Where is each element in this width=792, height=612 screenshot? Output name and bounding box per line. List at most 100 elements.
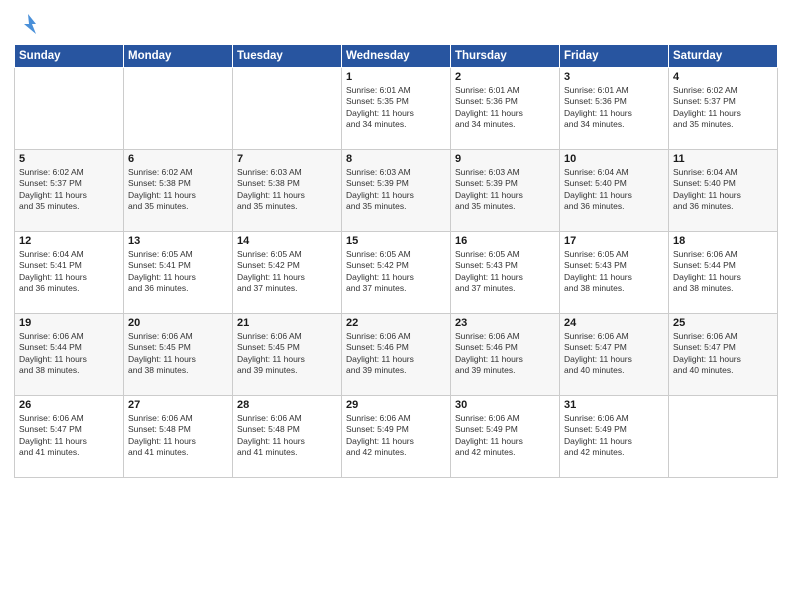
calendar-cell: 27 Sunrise: 6:06 AM Sunset: 5:48 PM Dayli… <box>124 396 233 478</box>
day-number: 2 <box>455 71 555 83</box>
cell-info: Sunrise: 6:06 AM Sunset: 5:46 PM Dayligh… <box>455 331 555 377</box>
weekday-header-row: SundayMondayTuesdayWednesdayThursdayFrid… <box>15 45 778 68</box>
weekday-wednesday: Wednesday <box>342 45 451 68</box>
calendar-cell: 18 Sunrise: 6:06 AM Sunset: 5:44 PM Dayli… <box>669 232 778 314</box>
day-number: 6 <box>128 153 228 165</box>
day-number: 3 <box>564 71 664 83</box>
day-number: 5 <box>19 153 119 165</box>
cell-info: Sunrise: 6:06 AM Sunset: 5:44 PM Dayligh… <box>673 249 773 295</box>
calendar-cell: 17 Sunrise: 6:05 AM Sunset: 5:43 PM Dayli… <box>560 232 669 314</box>
day-number: 22 <box>346 317 446 329</box>
cell-info: Sunrise: 6:04 AM Sunset: 5:40 PM Dayligh… <box>673 167 773 213</box>
day-number: 9 <box>455 153 555 165</box>
day-number: 19 <box>19 317 119 329</box>
day-number: 21 <box>237 317 337 329</box>
calendar-cell: 14 Sunrise: 6:05 AM Sunset: 5:42 PM Dayli… <box>233 232 342 314</box>
weekday-saturday: Saturday <box>669 45 778 68</box>
calendar-cell: 31Sunrise: 6:06 AM Sunset: 5:49 PM Dayli… <box>560 396 669 478</box>
calendar-cell: 11 Sunrise: 6:04 AM Sunset: 5:40 PM Dayli… <box>669 150 778 232</box>
week-row-2: 12 Sunrise: 6:04 AM Sunset: 5:41 PM Dayli… <box>15 232 778 314</box>
cell-info: Sunrise: 6:06 AM Sunset: 5:49 PM Dayligh… <box>564 413 664 459</box>
day-number: 17 <box>564 235 664 247</box>
weekday-monday: Monday <box>124 45 233 68</box>
calendar-cell: 28 Sunrise: 6:06 AM Sunset: 5:48 PM Dayli… <box>233 396 342 478</box>
day-number: 8 <box>346 153 446 165</box>
calendar-cell: 10 Sunrise: 6:04 AM Sunset: 5:40 PM Dayli… <box>560 150 669 232</box>
calendar-cell: 20Sunrise: 6:06 AM Sunset: 5:45 PM Dayli… <box>124 314 233 396</box>
cell-info: Sunrise: 6:02 AM Sunset: 5:38 PM Dayligh… <box>128 167 228 213</box>
cell-info: Sunrise: 6:05 AM Sunset: 5:42 PM Dayligh… <box>237 249 337 295</box>
weekday-friday: Friday <box>560 45 669 68</box>
cell-info: Sunrise: 6:03 AM Sunset: 5:38 PM Dayligh… <box>237 167 337 213</box>
cell-info: Sunrise: 6:03 AM Sunset: 5:39 PM Dayligh… <box>455 167 555 213</box>
cell-info: Sunrise: 6:05 AM Sunset: 5:42 PM Dayligh… <box>346 249 446 295</box>
calendar-cell: 29 Sunrise: 6:06 AM Sunset: 5:49 PM Dayli… <box>342 396 451 478</box>
header <box>14 10 778 38</box>
weekday-thursday: Thursday <box>451 45 560 68</box>
cell-info: Sunrise: 6:05 AM Sunset: 5:43 PM Dayligh… <box>455 249 555 295</box>
calendar-cell: 7 Sunrise: 6:03 AM Sunset: 5:38 PM Daylig… <box>233 150 342 232</box>
calendar-cell: 19 Sunrise: 6:06 AM Sunset: 5:44 PM Dayli… <box>15 314 124 396</box>
day-number: 15 <box>346 235 446 247</box>
logo <box>14 10 44 38</box>
cell-info: Sunrise: 6:06 AM Sunset: 5:45 PM Dayligh… <box>237 331 337 377</box>
day-number: 12 <box>19 235 119 247</box>
calendar-cell: 21 Sunrise: 6:06 AM Sunset: 5:45 PM Dayli… <box>233 314 342 396</box>
day-number: 29 <box>346 399 446 411</box>
calendar-cell: 16Sunrise: 6:05 AM Sunset: 5:43 PM Dayli… <box>451 232 560 314</box>
day-number: 18 <box>673 235 773 247</box>
cell-info: Sunrise: 6:04 AM Sunset: 5:41 PM Dayligh… <box>19 249 119 295</box>
calendar-cell: 5 Sunrise: 6:02 AM Sunset: 5:37 PM Daylig… <box>15 150 124 232</box>
cell-info: Sunrise: 6:05 AM Sunset: 5:43 PM Dayligh… <box>564 249 664 295</box>
cell-info: Sunrise: 6:06 AM Sunset: 5:45 PM Dayligh… <box>128 331 228 377</box>
day-number: 11 <box>673 153 773 165</box>
calendar-cell: 6 Sunrise: 6:02 AM Sunset: 5:38 PM Daylig… <box>124 150 233 232</box>
calendar-cell: 25 Sunrise: 6:06 AM Sunset: 5:47 PM Dayli… <box>669 314 778 396</box>
cell-info: Sunrise: 6:06 AM Sunset: 5:48 PM Dayligh… <box>128 413 228 459</box>
calendar-cell: 2Sunrise: 6:01 AM Sunset: 5:36 PM Daylig… <box>451 68 560 150</box>
calendar-cell: 13Sunrise: 6:05 AM Sunset: 5:41 PM Dayli… <box>124 232 233 314</box>
calendar-cell: 3 Sunrise: 6:01 AM Sunset: 5:36 PM Daylig… <box>560 68 669 150</box>
calendar-cell: 23Sunrise: 6:06 AM Sunset: 5:46 PM Dayli… <box>451 314 560 396</box>
day-number: 10 <box>564 153 664 165</box>
calendar-cell: 15 Sunrise: 6:05 AM Sunset: 5:42 PM Dayli… <box>342 232 451 314</box>
page: SundayMondayTuesdayWednesdayThursdayFrid… <box>0 0 792 612</box>
day-number: 24 <box>564 317 664 329</box>
cell-info: Sunrise: 6:06 AM Sunset: 5:44 PM Dayligh… <box>19 331 119 377</box>
cell-info: Sunrise: 6:02 AM Sunset: 5:37 PM Dayligh… <box>19 167 119 213</box>
day-number: 14 <box>237 235 337 247</box>
weekday-sunday: Sunday <box>15 45 124 68</box>
weekday-tuesday: Tuesday <box>233 45 342 68</box>
cell-info: Sunrise: 6:05 AM Sunset: 5:41 PM Dayligh… <box>128 249 228 295</box>
calendar-cell: 24 Sunrise: 6:06 AM Sunset: 5:47 PM Dayli… <box>560 314 669 396</box>
logo-icon <box>14 10 42 38</box>
week-row-3: 19 Sunrise: 6:06 AM Sunset: 5:44 PM Dayli… <box>15 314 778 396</box>
calendar-cell <box>15 68 124 150</box>
calendar-cell <box>669 396 778 478</box>
calendar-cell <box>124 68 233 150</box>
week-row-0: 1Sunrise: 6:01 AM Sunset: 5:35 PM Daylig… <box>15 68 778 150</box>
day-number: 1 <box>346 71 446 83</box>
cell-info: Sunrise: 6:06 AM Sunset: 5:47 PM Dayligh… <box>673 331 773 377</box>
calendar-cell <box>233 68 342 150</box>
cell-info: Sunrise: 6:02 AM Sunset: 5:37 PM Dayligh… <box>673 85 773 131</box>
day-number: 26 <box>19 399 119 411</box>
calendar-cell: 8 Sunrise: 6:03 AM Sunset: 5:39 PM Daylig… <box>342 150 451 232</box>
day-number: 27 <box>128 399 228 411</box>
calendar-cell: 1Sunrise: 6:01 AM Sunset: 5:35 PM Daylig… <box>342 68 451 150</box>
day-number: 25 <box>673 317 773 329</box>
day-number: 28 <box>237 399 337 411</box>
cell-info: Sunrise: 6:06 AM Sunset: 5:48 PM Dayligh… <box>237 413 337 459</box>
cell-info: Sunrise: 6:06 AM Sunset: 5:47 PM Dayligh… <box>564 331 664 377</box>
cell-info: Sunrise: 6:06 AM Sunset: 5:49 PM Dayligh… <box>455 413 555 459</box>
day-number: 4 <box>673 71 773 83</box>
day-number: 7 <box>237 153 337 165</box>
cell-info: Sunrise: 6:06 AM Sunset: 5:47 PM Dayligh… <box>19 413 119 459</box>
cell-info: Sunrise: 6:06 AM Sunset: 5:49 PM Dayligh… <box>346 413 446 459</box>
calendar-cell: 26 Sunrise: 6:06 AM Sunset: 5:47 PM Dayli… <box>15 396 124 478</box>
calendar-cell: 9 Sunrise: 6:03 AM Sunset: 5:39 PM Daylig… <box>451 150 560 232</box>
cell-info: Sunrise: 6:03 AM Sunset: 5:39 PM Dayligh… <box>346 167 446 213</box>
cell-info: Sunrise: 6:04 AM Sunset: 5:40 PM Dayligh… <box>564 167 664 213</box>
cell-info: Sunrise: 6:01 AM Sunset: 5:36 PM Dayligh… <box>564 85 664 131</box>
cell-info: Sunrise: 6:06 AM Sunset: 5:46 PM Dayligh… <box>346 331 446 377</box>
